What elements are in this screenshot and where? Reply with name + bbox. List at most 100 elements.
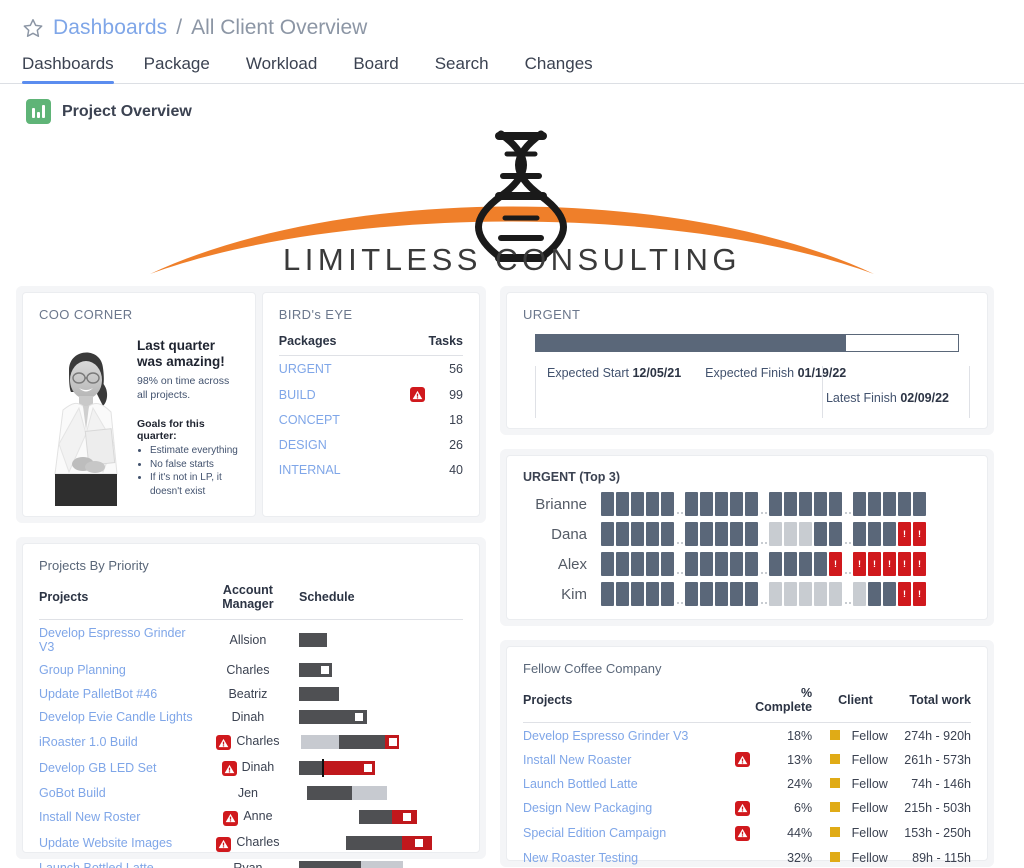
task-block-on-track[interactable] [745,492,758,516]
task-block-on-track[interactable] [769,492,782,516]
task-block-on-track[interactable] [685,552,698,576]
task-block-on-track[interactable] [829,522,842,546]
tab-package[interactable]: Package [144,54,232,83]
alert-icon[interactable] [216,735,232,750]
task-block-on-track[interactable] [898,492,911,516]
task-block-idle[interactable] [853,582,866,606]
star-icon[interactable] [22,17,44,39]
tab-search[interactable]: Search [435,54,511,83]
task-block-on-track[interactable] [700,492,713,516]
task-block-on-track[interactable] [631,492,644,516]
tab-workload[interactable]: Workload [246,54,340,83]
task-block-idle[interactable] [769,582,782,606]
task-block-late[interactable]: ! [913,582,926,606]
task-block-on-track[interactable] [868,492,881,516]
breadcrumb-link-dashboards[interactable]: Dashboards [53,16,167,40]
task-block-on-track[interactable] [829,492,842,516]
task-block-on-track[interactable] [799,492,812,516]
task-block-on-track[interactable] [685,522,698,546]
task-block-late[interactable]: ! [883,552,896,576]
project-link[interactable]: Develop Evie Candle Lights [39,710,193,724]
project-link[interactable]: Develop Espresso Grinder V3 [523,729,688,743]
task-block-on-track[interactable] [601,582,614,606]
task-block-on-track[interactable] [661,522,674,546]
project-link[interactable]: Launch Bottled Latte [39,861,154,868]
task-block-on-track[interactable] [730,582,743,606]
task-block-on-track[interactable] [814,492,827,516]
task-block-on-track[interactable] [715,552,728,576]
task-block-on-track[interactable] [685,582,698,606]
alert-icon[interactable] [409,387,425,402]
tab-board[interactable]: Board [353,54,420,83]
task-block-on-track[interactable] [661,552,674,576]
task-block-on-track[interactable] [616,522,629,546]
tab-dashboards[interactable]: Dashboards [22,54,130,84]
alert-icon[interactable] [734,825,750,841]
task-block-on-track[interactable] [730,522,743,546]
package-link[interactable]: CONCEPT [279,413,405,427]
task-block-idle[interactable] [784,522,797,546]
alert-icon[interactable] [734,800,750,816]
task-block-on-track[interactable] [646,552,659,576]
package-link[interactable]: INTERNAL [279,463,405,477]
task-block-on-track[interactable] [784,552,797,576]
package-link[interactable]: URGENT [279,362,405,376]
task-block-on-track[interactable] [700,582,713,606]
task-block-on-track[interactable] [646,492,659,516]
project-link[interactable]: GoBot Build [39,786,106,800]
project-link[interactable]: Develop GB LED Set [39,761,156,775]
project-link[interactable]: Group Planning [39,663,126,677]
task-block-on-track[interactable] [601,492,614,516]
task-block-idle[interactable] [799,522,812,546]
task-block-on-track[interactable] [616,582,629,606]
task-block-late[interactable]: ! [898,522,911,546]
task-block-late[interactable]: ! [829,552,842,576]
task-block-on-track[interactable] [730,552,743,576]
task-block-late[interactable]: ! [913,552,926,576]
alert-icon[interactable] [221,761,237,776]
task-block-idle[interactable] [814,582,827,606]
task-block-on-track[interactable] [685,492,698,516]
task-block-idle[interactable] [769,522,782,546]
task-block-on-track[interactable] [646,522,659,546]
task-block-late[interactable]: ! [898,552,911,576]
task-block-on-track[interactable] [631,552,644,576]
task-block-on-track[interactable] [661,492,674,516]
task-block-late[interactable]: ! [913,522,926,546]
task-block-on-track[interactable] [769,552,782,576]
project-link[interactable]: Design New Packaging [523,801,652,815]
task-block-on-track[interactable] [700,522,713,546]
task-block-on-track[interactable] [853,492,866,516]
task-block-late[interactable]: ! [853,552,866,576]
task-block-idle[interactable] [784,582,797,606]
task-block-on-track[interactable] [745,552,758,576]
task-block-late[interactable]: ! [868,552,881,576]
alert-icon[interactable] [223,810,239,826]
project-link[interactable]: Install New Roaster [523,753,631,767]
task-block-on-track[interactable] [784,492,797,516]
task-block-on-track[interactable] [814,552,827,576]
task-block-on-track[interactable] [883,582,896,606]
task-block-on-track[interactable] [715,582,728,606]
task-block-on-track[interactable] [616,552,629,576]
task-block-on-track[interactable] [601,522,614,546]
project-link[interactable]: Update PalletBot #46 [39,687,157,701]
project-link[interactable]: Special Edition Campaign [523,826,666,840]
project-link[interactable]: iRoaster 1.0 Build [39,735,138,749]
task-block-on-track[interactable] [715,492,728,516]
task-block-on-track[interactable] [700,552,713,576]
project-link[interactable]: Update Website Images [39,836,172,850]
task-block-on-track[interactable] [745,582,758,606]
task-block-on-track[interactable] [616,492,629,516]
task-block-on-track[interactable] [661,582,674,606]
project-link[interactable]: Develop Espresso Grinder V3 [39,626,186,654]
task-block-on-track[interactable] [715,522,728,546]
task-block-on-track[interactable] [631,582,644,606]
task-block-on-track[interactable] [814,522,827,546]
task-block-on-track[interactable] [799,552,812,576]
alert-icon[interactable] [734,752,750,767]
alert-icon[interactable] [216,836,232,852]
task-block-on-track[interactable] [868,582,881,606]
task-block-on-track[interactable] [883,522,896,546]
task-block-late[interactable]: ! [898,582,911,606]
